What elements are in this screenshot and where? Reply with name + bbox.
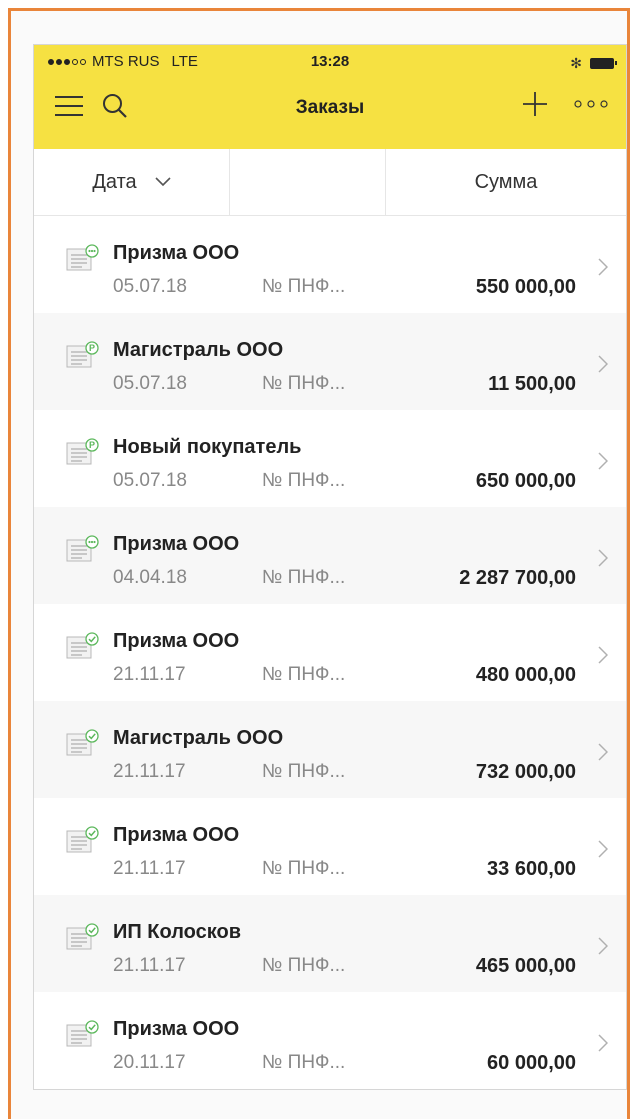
chevron-right-icon [598,1034,608,1052]
order-row[interactable]: ИП Колосков 21.11.17 № ПНФ... 465 000,00 [34,895,626,992]
order-amount: 2 287 700,00 [459,567,576,589]
document-icon [66,1020,99,1047]
chevron-right-icon [598,549,608,567]
document-icon [66,826,99,853]
chevron-right-icon [598,646,608,664]
sum-column-label: Сумма [474,170,538,193]
customer-name: Магистраль ООО [113,727,284,749]
chevron-right-icon [598,355,608,373]
customer-name: ИП Колосков [113,921,242,943]
order-amount: 480 000,00 [475,664,576,686]
order-date: 05.07.18 [113,373,187,394]
order-number: № ПНФ... [262,276,346,297]
order-amount: 650 000,00 [475,470,576,492]
order-number: № ПНФ... [262,470,346,491]
order-row[interactable]: P Новый покупатель 05.07.18 № ПНФ... 650 000… [34,410,626,507]
status-time: 13:28 [310,53,350,70]
column-header: Дата Сумма [34,149,626,216]
sum-column-header[interactable]: Сумма [386,149,626,215]
app-screen: MTS RUS LTE 13:28 ✻ Заказы Дата Сумма Пр… [33,44,627,1090]
date-sort-button[interactable]: Дата [34,149,230,215]
status-right: ✻ [570,55,617,72]
customer-name: Призма ООО [113,1018,240,1040]
chevron-right-icon [598,743,608,761]
document-icon [66,729,99,756]
order-number: № ПНФ... [262,1052,346,1073]
top-bar: MTS RUS LTE 13:28 ✻ Заказы [34,45,626,149]
search-icon[interactable] [102,93,128,119]
order-row[interactable]: Призма ООО 21.11.17 № ПНФ... 480 000,00 [34,604,626,701]
orders-list: Призма ООО 05.07.18 № ПНФ... 550 000,00 P Маг… [34,216,626,1089]
customer-name: Призма ООО [113,630,240,652]
chevron-right-icon [598,840,608,858]
order-row[interactable]: Призма ООО 04.04.18 № ПНФ... 2 287 700,00 [34,507,626,604]
order-row[interactable]: Призма ООО 05.07.18 № ПНФ... 550 000,00 [34,216,626,313]
date-column-label: Дата [92,170,137,193]
plus-icon[interactable] [522,91,548,117]
document-icon [66,535,99,562]
customer-name: Призма ООО [113,533,240,555]
order-amount: 550 000,00 [475,276,576,298]
document-icon [66,632,99,659]
order-number: № ПНФ... [262,373,346,394]
more-icon[interactable] [574,99,608,109]
customer-name: Призма ООО [113,824,240,846]
order-number: № ПНФ... [262,761,346,782]
order-row[interactable]: Призма ООО 21.11.17 № ПНФ... 33 600,00 [34,798,626,895]
order-row[interactable]: P Магистраль ООО 05.07.18 № ПНФ... 11 500,00 [34,313,626,410]
nav-right-actions [522,91,608,117]
chevron-right-icon [598,258,608,276]
order-number: № ПНФ... [262,664,346,685]
order-amount: 60 000,00 [487,1052,576,1074]
order-number: № ПНФ... [262,955,346,976]
order-row[interactable]: Магистраль ООО 21.11.17 № ПНФ... 732 000,00 [34,701,626,798]
bluetooth-icon: ✻ [570,55,582,71]
battery-icon [590,58,617,69]
document-icon [66,923,99,950]
chevron-right-icon [598,452,608,470]
svg-text:P: P [89,343,95,353]
order-number: № ПНФ... [262,567,346,588]
order-date: 05.07.18 [113,276,187,297]
column-header-spacer [230,149,386,215]
document-icon: P [66,438,99,465]
order-date: 20.11.17 [113,1052,186,1073]
order-amount: 33 600,00 [487,858,576,880]
order-amount: 732 000,00 [475,761,576,783]
document-icon [66,244,99,271]
document-icon: P [66,341,99,368]
nav-bar: Заказы [34,79,626,149]
status-bar: MTS RUS LTE 13:28 ✻ [34,45,626,79]
order-row[interactable]: Призма ООО 20.11.17 № ПНФ... 60 000,00 [34,992,626,1089]
order-date: 21.11.17 [113,664,186,685]
order-amount: 11 500,00 [488,373,576,395]
nav-left-actions [54,93,128,119]
customer-name: Призма ООО [113,242,240,264]
customer-name: Магистраль ООО [113,339,284,361]
order-date: 21.11.17 [113,955,186,976]
svg-text:P: P [89,440,95,450]
order-number: № ПНФ... [262,858,346,879]
chevron-right-icon [598,937,608,955]
order-date: 04.04.18 [113,567,187,588]
order-date: 21.11.17 [113,761,186,782]
order-amount: 465 000,00 [475,955,576,977]
order-date: 05.07.18 [113,470,187,491]
menu-icon[interactable] [54,95,84,117]
chevron-down-icon [155,177,171,187]
customer-name: Новый покупатель [113,436,302,458]
order-date: 21.11.17 [113,858,186,879]
